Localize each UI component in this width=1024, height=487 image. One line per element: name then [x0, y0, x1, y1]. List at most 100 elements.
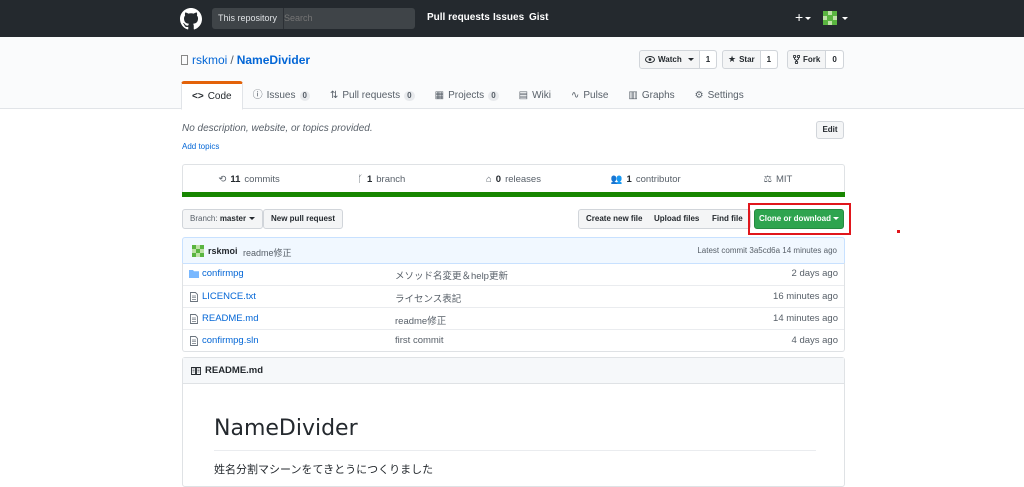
- user-avatar[interactable]: [823, 11, 837, 25]
- create-new-dropdown[interactable]: +: [795, 9, 812, 25]
- tab-settings[interactable]: ⚙ Settings: [685, 81, 754, 110]
- branches-link[interactable]: ᚴ 1 branch: [315, 165, 447, 194]
- readme-divider: [214, 450, 816, 451]
- people-icon: 👥: [610, 174, 623, 185]
- branch-select-label: Branch:: [190, 214, 218, 223]
- create-new-file-button[interactable]: Create new file: [578, 209, 651, 229]
- commits-link[interactable]: ⟲ 11 commits: [183, 165, 315, 194]
- eye-icon: [645, 56, 655, 63]
- star-button[interactable]: ★ Star 1: [722, 50, 779, 69]
- file-name-link[interactable]: LICENCE.txt: [202, 291, 256, 302]
- branch-icon: ᚴ: [357, 174, 363, 185]
- latest-commit-info[interactable]: Latest commit 3a5cd6a 14 minutes ago: [697, 246, 837, 255]
- nav-pull-requests[interactable]: Pull requests: [427, 12, 490, 23]
- file-name-link[interactable]: confirmpg.sln: [202, 335, 259, 346]
- releases-label: releases: [505, 174, 541, 185]
- tab-graphs-label: Graphs: [641, 90, 675, 101]
- releases-link[interactable]: ⌂ 0 releases: [447, 165, 579, 194]
- tab-pull-requests[interactable]: ⇅ Pull requests 0: [320, 81, 425, 110]
- repo-title: rskmoi / NameDivider: [181, 53, 310, 67]
- projects-counter: 0: [488, 90, 499, 101]
- branch-count: 1: [366, 174, 373, 185]
- avatar-caret-icon[interactable]: [842, 17, 848, 20]
- readme-box: README.md NameDivider 姓名分割マシーンをてきとうにつくりま…: [182, 357, 845, 487]
- repo-owner-link[interactable]: rskmoi: [192, 53, 227, 67]
- file-age: 16 minutes ago: [773, 291, 838, 302]
- branch-select-button[interactable]: Branch: master: [182, 209, 264, 229]
- site-header: This repository Pull requests Issues Gis…: [0, 0, 1024, 37]
- tab-code[interactable]: <> Code: [181, 81, 243, 110]
- file-commit-message[interactable]: first commit: [395, 335, 444, 346]
- search-box: This repository: [212, 8, 415, 29]
- tab-pulse[interactable]: ∿ Pulse: [561, 81, 618, 110]
- folder-icon: [189, 270, 199, 278]
- watch-label: Watch: [658, 55, 682, 64]
- star-label: Star: [739, 55, 755, 64]
- commit-author[interactable]: rskmoi: [208, 246, 238, 256]
- issues-counter: 0: [299, 90, 310, 101]
- table-row: LICENCE.txt ライセンス表記 16 minutes ago: [183, 285, 844, 307]
- repo-description: No description, website, or topics provi…: [182, 123, 373, 134]
- star-count[interactable]: 1: [759, 51, 778, 68]
- search-input[interactable]: [284, 8, 412, 29]
- file-commit-message[interactable]: readme修正: [395, 313, 446, 327]
- plus-icon: +: [795, 9, 804, 25]
- tab-graphs[interactable]: ▥ Graphs: [618, 81, 684, 110]
- contributor-count: 1: [626, 174, 632, 185]
- readme-header: README.md: [183, 358, 844, 384]
- table-row: README.md readme修正 14 minutes ago: [183, 307, 844, 329]
- branch-label: branch: [376, 174, 406, 185]
- wiki-icon: ▤: [518, 90, 529, 101]
- file-commit-message[interactable]: メソッド名変更＆help更新: [395, 268, 508, 282]
- tab-settings-label: Settings: [707, 90, 744, 101]
- repo-tabs: <> Code ⓘ Issues 0 ⇅ Pull requests 0 ▦ Project…: [181, 81, 754, 110]
- upload-files-button[interactable]: Upload files: [647, 209, 708, 229]
- highlight-box: [748, 203, 851, 235]
- tab-code-label: Code: [207, 91, 232, 102]
- file-icon: [190, 292, 198, 302]
- fork-button[interactable]: Fork 0: [787, 50, 844, 69]
- repo-icon: [181, 55, 188, 65]
- commit-message[interactable]: readme修正: [243, 246, 292, 259]
- new-pull-request-button[interactable]: New pull request: [263, 209, 344, 229]
- watch-count[interactable]: 1: [698, 51, 717, 68]
- tab-issues[interactable]: ⓘ Issues 0: [243, 81, 320, 110]
- readme-text: 姓名分割マシーンをてきとうにつくりました: [214, 464, 434, 476]
- tab-projects-label: Projects: [448, 90, 485, 101]
- fork-count[interactable]: 0: [825, 51, 843, 68]
- tag-icon: ⌂: [486, 174, 492, 185]
- pulse-icon: ∿: [570, 90, 580, 101]
- fork-label: Fork: [803, 55, 821, 64]
- file-age: 2 days ago: [791, 268, 838, 279]
- file-name-link[interactable]: confirmpg: [202, 268, 244, 279]
- repo-header: rskmoi / NameDivider Watch 1 ★ Star 1 Fork …: [0, 37, 1024, 110]
- readme-filename: README.md: [205, 365, 264, 376]
- nav-gist[interactable]: Gist: [529, 12, 548, 23]
- tab-projects[interactable]: ▦ Projects 0: [425, 81, 509, 110]
- code-icon: <>: [192, 91, 204, 102]
- commit-author-avatar[interactable]: [192, 245, 204, 257]
- file-name-link[interactable]: README.md: [202, 313, 258, 324]
- watch-button[interactable]: Watch 1: [639, 50, 718, 69]
- tab-wiki[interactable]: ▤ Wiki: [509, 81, 561, 110]
- star-icon: ★: [728, 54, 737, 64]
- contributors-link[interactable]: 👥 1 contributor: [580, 165, 712, 194]
- edit-description-button[interactable]: Edit: [816, 121, 844, 139]
- table-row: confirmpg メソッド名変更＆help更新 2 days ago: [183, 263, 844, 285]
- gear-icon: ⚙: [694, 90, 704, 101]
- nav-issues[interactable]: Issues: [493, 12, 524, 23]
- commits-label: commits: [244, 174, 280, 185]
- search-scope-label: This repository: [212, 8, 285, 29]
- github-logo-icon[interactable]: [180, 8, 202, 30]
- commits-count: 11: [230, 174, 241, 185]
- language-bar[interactable]: [182, 192, 845, 197]
- license-link[interactable]: ⚖ MIT: [712, 165, 844, 194]
- add-topics-link[interactable]: Add topics: [182, 142, 219, 151]
- releases-count: 0: [495, 174, 502, 185]
- book-icon: [191, 366, 201, 375]
- find-file-button[interactable]: Find file: [705, 209, 751, 229]
- repo-name-link[interactable]: NameDivider: [237, 53, 310, 67]
- file-commit-message[interactable]: ライセンス表記: [395, 291, 461, 305]
- file-age: 14 minutes ago: [773, 313, 838, 324]
- caret-down-icon: [805, 16, 812, 20]
